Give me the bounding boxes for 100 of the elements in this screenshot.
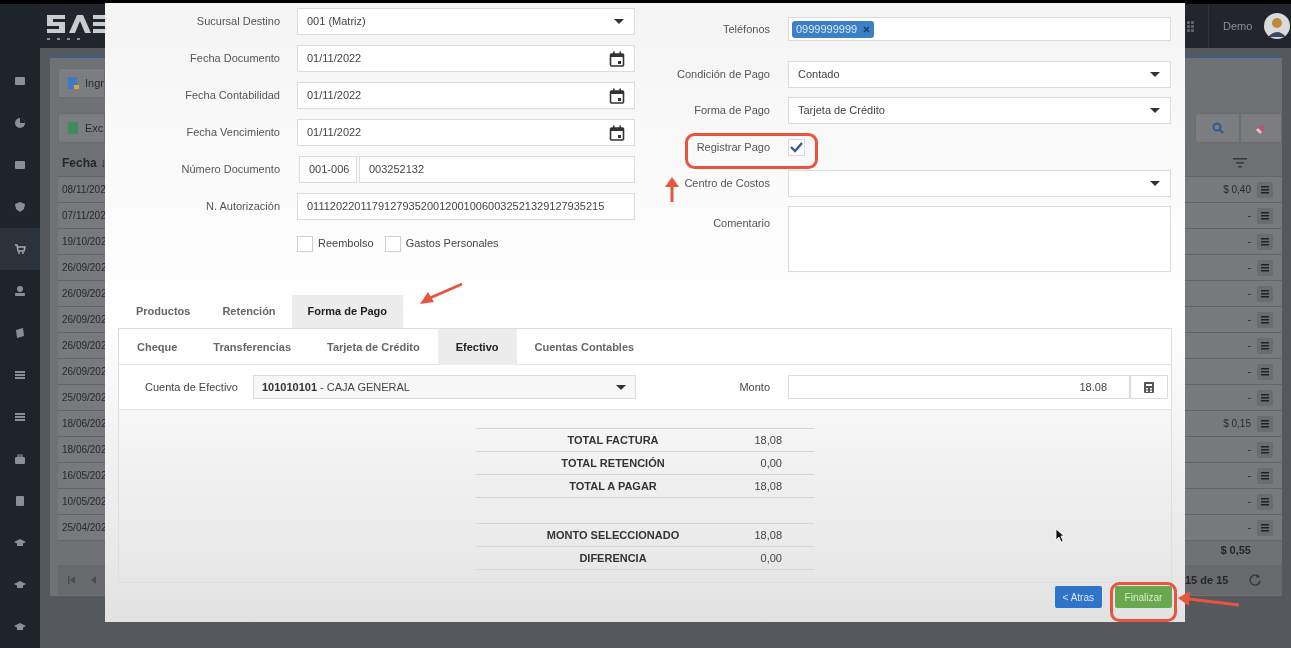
arrow xyxy=(1177,589,1241,609)
select-field[interactable] xyxy=(788,170,1171,197)
briefcase-icon[interactable] xyxy=(14,453,26,465)
row-menu-button[interactable] xyxy=(1257,285,1273,302)
row-menu-button[interactable] xyxy=(1257,233,1273,250)
pie-chart-icon[interactable] xyxy=(14,117,26,129)
tab[interactable]: Efectivo xyxy=(437,329,517,365)
list-icon[interactable] xyxy=(14,411,26,423)
row-menu-button[interactable] xyxy=(1257,337,1273,354)
first-page-icon xyxy=(68,576,76,584)
table-cell: 26/09/202 xyxy=(58,306,105,332)
table-cell-text: $ 0,15 xyxy=(1222,417,1251,431)
checkbox[interactable] xyxy=(788,138,805,156)
total-label: MONTO SELECCIONADO xyxy=(545,527,681,543)
tag-chip[interactable]: 0999999999 xyxy=(792,20,875,38)
toolbar-button[interactable]: Ingr xyxy=(58,68,105,98)
caret-icon xyxy=(615,383,627,391)
table-cell: 16/05/202 xyxy=(58,462,105,488)
field-label: Teléfonos xyxy=(722,21,770,37)
field-label: Fecha Vencimiento xyxy=(185,125,280,141)
select-field[interactable]: 001 (Matriz) xyxy=(297,8,635,35)
row-menu-button[interactable] xyxy=(1257,363,1273,380)
refresh-icon[interactable] xyxy=(1248,573,1263,587)
field-label: Centro de Costos xyxy=(684,176,770,192)
field-label: Fecha Contabilidad xyxy=(184,88,280,104)
table-cell-text: - xyxy=(1246,495,1251,509)
select-field[interactable]: Tarjeta de Crédito xyxy=(788,97,1171,124)
checkbox-label: Gastos Personales xyxy=(405,236,499,252)
card-icon[interactable] xyxy=(14,159,26,171)
row-menu-button[interactable] xyxy=(1257,311,1273,328)
document-icon[interactable] xyxy=(14,495,26,507)
row-menu-button[interactable] xyxy=(1257,259,1273,276)
menu-icon xyxy=(1261,185,1269,194)
document-icon xyxy=(67,76,79,90)
table-cell-text: - xyxy=(1246,339,1251,353)
back-button[interactable]: < Atras xyxy=(1054,586,1102,608)
table-cell-text: - xyxy=(1246,469,1251,483)
filter-icon xyxy=(1233,158,1247,168)
input-field[interactable]: 003252132 xyxy=(359,156,635,183)
tab[interactable]: Forma de Pago xyxy=(291,295,404,328)
row-menu-button[interactable] xyxy=(1257,207,1273,224)
tag-input-field[interactable]: 0999999999 xyxy=(788,17,1171,41)
previous-page-icon xyxy=(90,576,97,584)
menu-icon xyxy=(1261,289,1269,298)
field-label: Registrar Pago xyxy=(696,139,770,155)
graduation-cap-icon[interactable] xyxy=(14,537,26,549)
avatar[interactable] xyxy=(1264,13,1291,39)
comment-field[interactable] xyxy=(788,206,1171,272)
input-field[interactable]: 001-006 xyxy=(299,156,357,183)
checkbox[interactable] xyxy=(384,235,401,252)
field-label: N. Autorización xyxy=(205,199,280,215)
table-cell-text: - xyxy=(1246,261,1251,275)
toolbar-button[interactable]: Exc xyxy=(58,113,105,143)
row-menu-button[interactable] xyxy=(1257,181,1273,198)
checkbox[interactable] xyxy=(297,235,313,252)
date-field[interactable]: 01/11/2022 xyxy=(297,119,635,146)
menu-icon xyxy=(1261,393,1269,402)
cart-icon[interactable] xyxy=(14,243,26,255)
card-icon[interactable] xyxy=(14,75,26,87)
total-value: 0,00 xyxy=(759,550,782,566)
list-icon[interactable] xyxy=(14,369,26,381)
table-cell-text: - xyxy=(1246,391,1251,405)
table-cell: 26/09/202 xyxy=(58,280,105,306)
table-cell-text: $ 0,40 xyxy=(1222,183,1251,197)
row-menu-button[interactable] xyxy=(1257,389,1273,406)
menu-icon xyxy=(1261,315,1269,324)
person-icon[interactable] xyxy=(14,285,26,297)
total-value: 18,08 xyxy=(753,432,782,448)
grid-icon xyxy=(1187,20,1194,32)
graduation-cap-icon[interactable] xyxy=(14,621,26,633)
table-cell: 26/09/202 xyxy=(58,332,105,358)
select-field[interactable]: 101010101 - CAJA GENERAL xyxy=(253,375,636,399)
field-label: Cuenta de Efectivo xyxy=(144,379,239,395)
tab[interactable]: Transferencias xyxy=(195,329,309,365)
caret-icon xyxy=(1149,107,1161,114)
table-cell: 18/06/202 xyxy=(58,436,105,462)
row-menu-button[interactable] xyxy=(1257,493,1273,510)
date-field[interactable]: 01/11/2022 xyxy=(297,45,635,72)
shield-icon[interactable] xyxy=(14,201,26,213)
date-field[interactable]: 01/11/2022 xyxy=(297,82,635,109)
graduation-cap-icon[interactable] xyxy=(14,579,26,591)
search-icon xyxy=(1211,122,1224,134)
tab[interactable]: Tarjeta de Crédito xyxy=(309,329,438,365)
arrow xyxy=(664,176,680,204)
calculator-button[interactable] xyxy=(1130,375,1168,399)
book-icon[interactable] xyxy=(14,327,26,339)
input-field[interactable]: 18.08 xyxy=(788,375,1130,399)
row-menu-button[interactable] xyxy=(1257,415,1273,432)
row-menu-button[interactable] xyxy=(1257,441,1273,458)
tab[interactable]: Cheque xyxy=(119,329,196,365)
tab[interactable]: Cuentas Contables xyxy=(516,329,653,365)
total-label: TOTAL FACTURA xyxy=(566,432,660,448)
input-field[interactable]: 0111202201179127935200120010060032521329127935215 xyxy=(297,193,635,220)
tab[interactable]: Retención xyxy=(206,295,292,328)
field-label: Condición de Pago xyxy=(677,67,770,83)
row-menu-button[interactable] xyxy=(1257,519,1273,536)
total-value: 18,08 xyxy=(753,478,782,494)
tab[interactable]: Productos xyxy=(120,295,207,328)
row-menu-button[interactable] xyxy=(1257,467,1273,484)
select-field[interactable]: Contado xyxy=(788,61,1171,88)
